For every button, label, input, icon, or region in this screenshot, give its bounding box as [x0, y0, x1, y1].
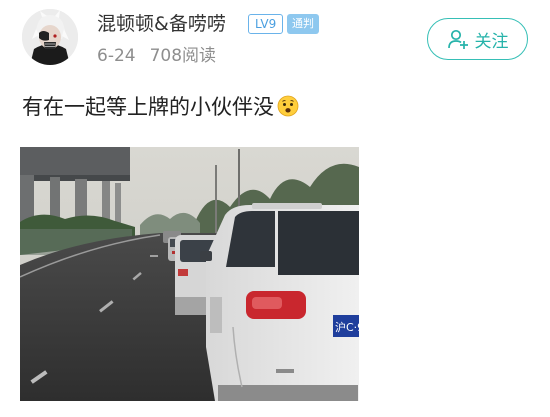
- post-meta: 6-24 708阅读: [97, 46, 216, 66]
- role-badge: 通判: [287, 14, 319, 34]
- license-plate-text: 沪C·9: [335, 320, 359, 334]
- avatar[interactable]: [22, 9, 78, 65]
- follow-label: 关注: [474, 31, 509, 52]
- post-content: 有在一起等上牌的小伙伴没: [22, 93, 299, 121]
- view-count: 708阅读: [149, 46, 217, 66]
- post-photo[interactable]: 沪C·9: [20, 147, 359, 401]
- follow-button[interactable]: 关注: [427, 18, 528, 60]
- add-user-icon: [447, 28, 469, 50]
- anxious-face-emoji: [277, 95, 299, 117]
- level-badge: LV9: [248, 14, 284, 34]
- post-text: 有在一起等上牌的小伙伴没: [22, 95, 274, 119]
- post-date: 6-24: [97, 46, 136, 66]
- author-name[interactable]: 混顿顿&备唠唠: [97, 12, 226, 36]
